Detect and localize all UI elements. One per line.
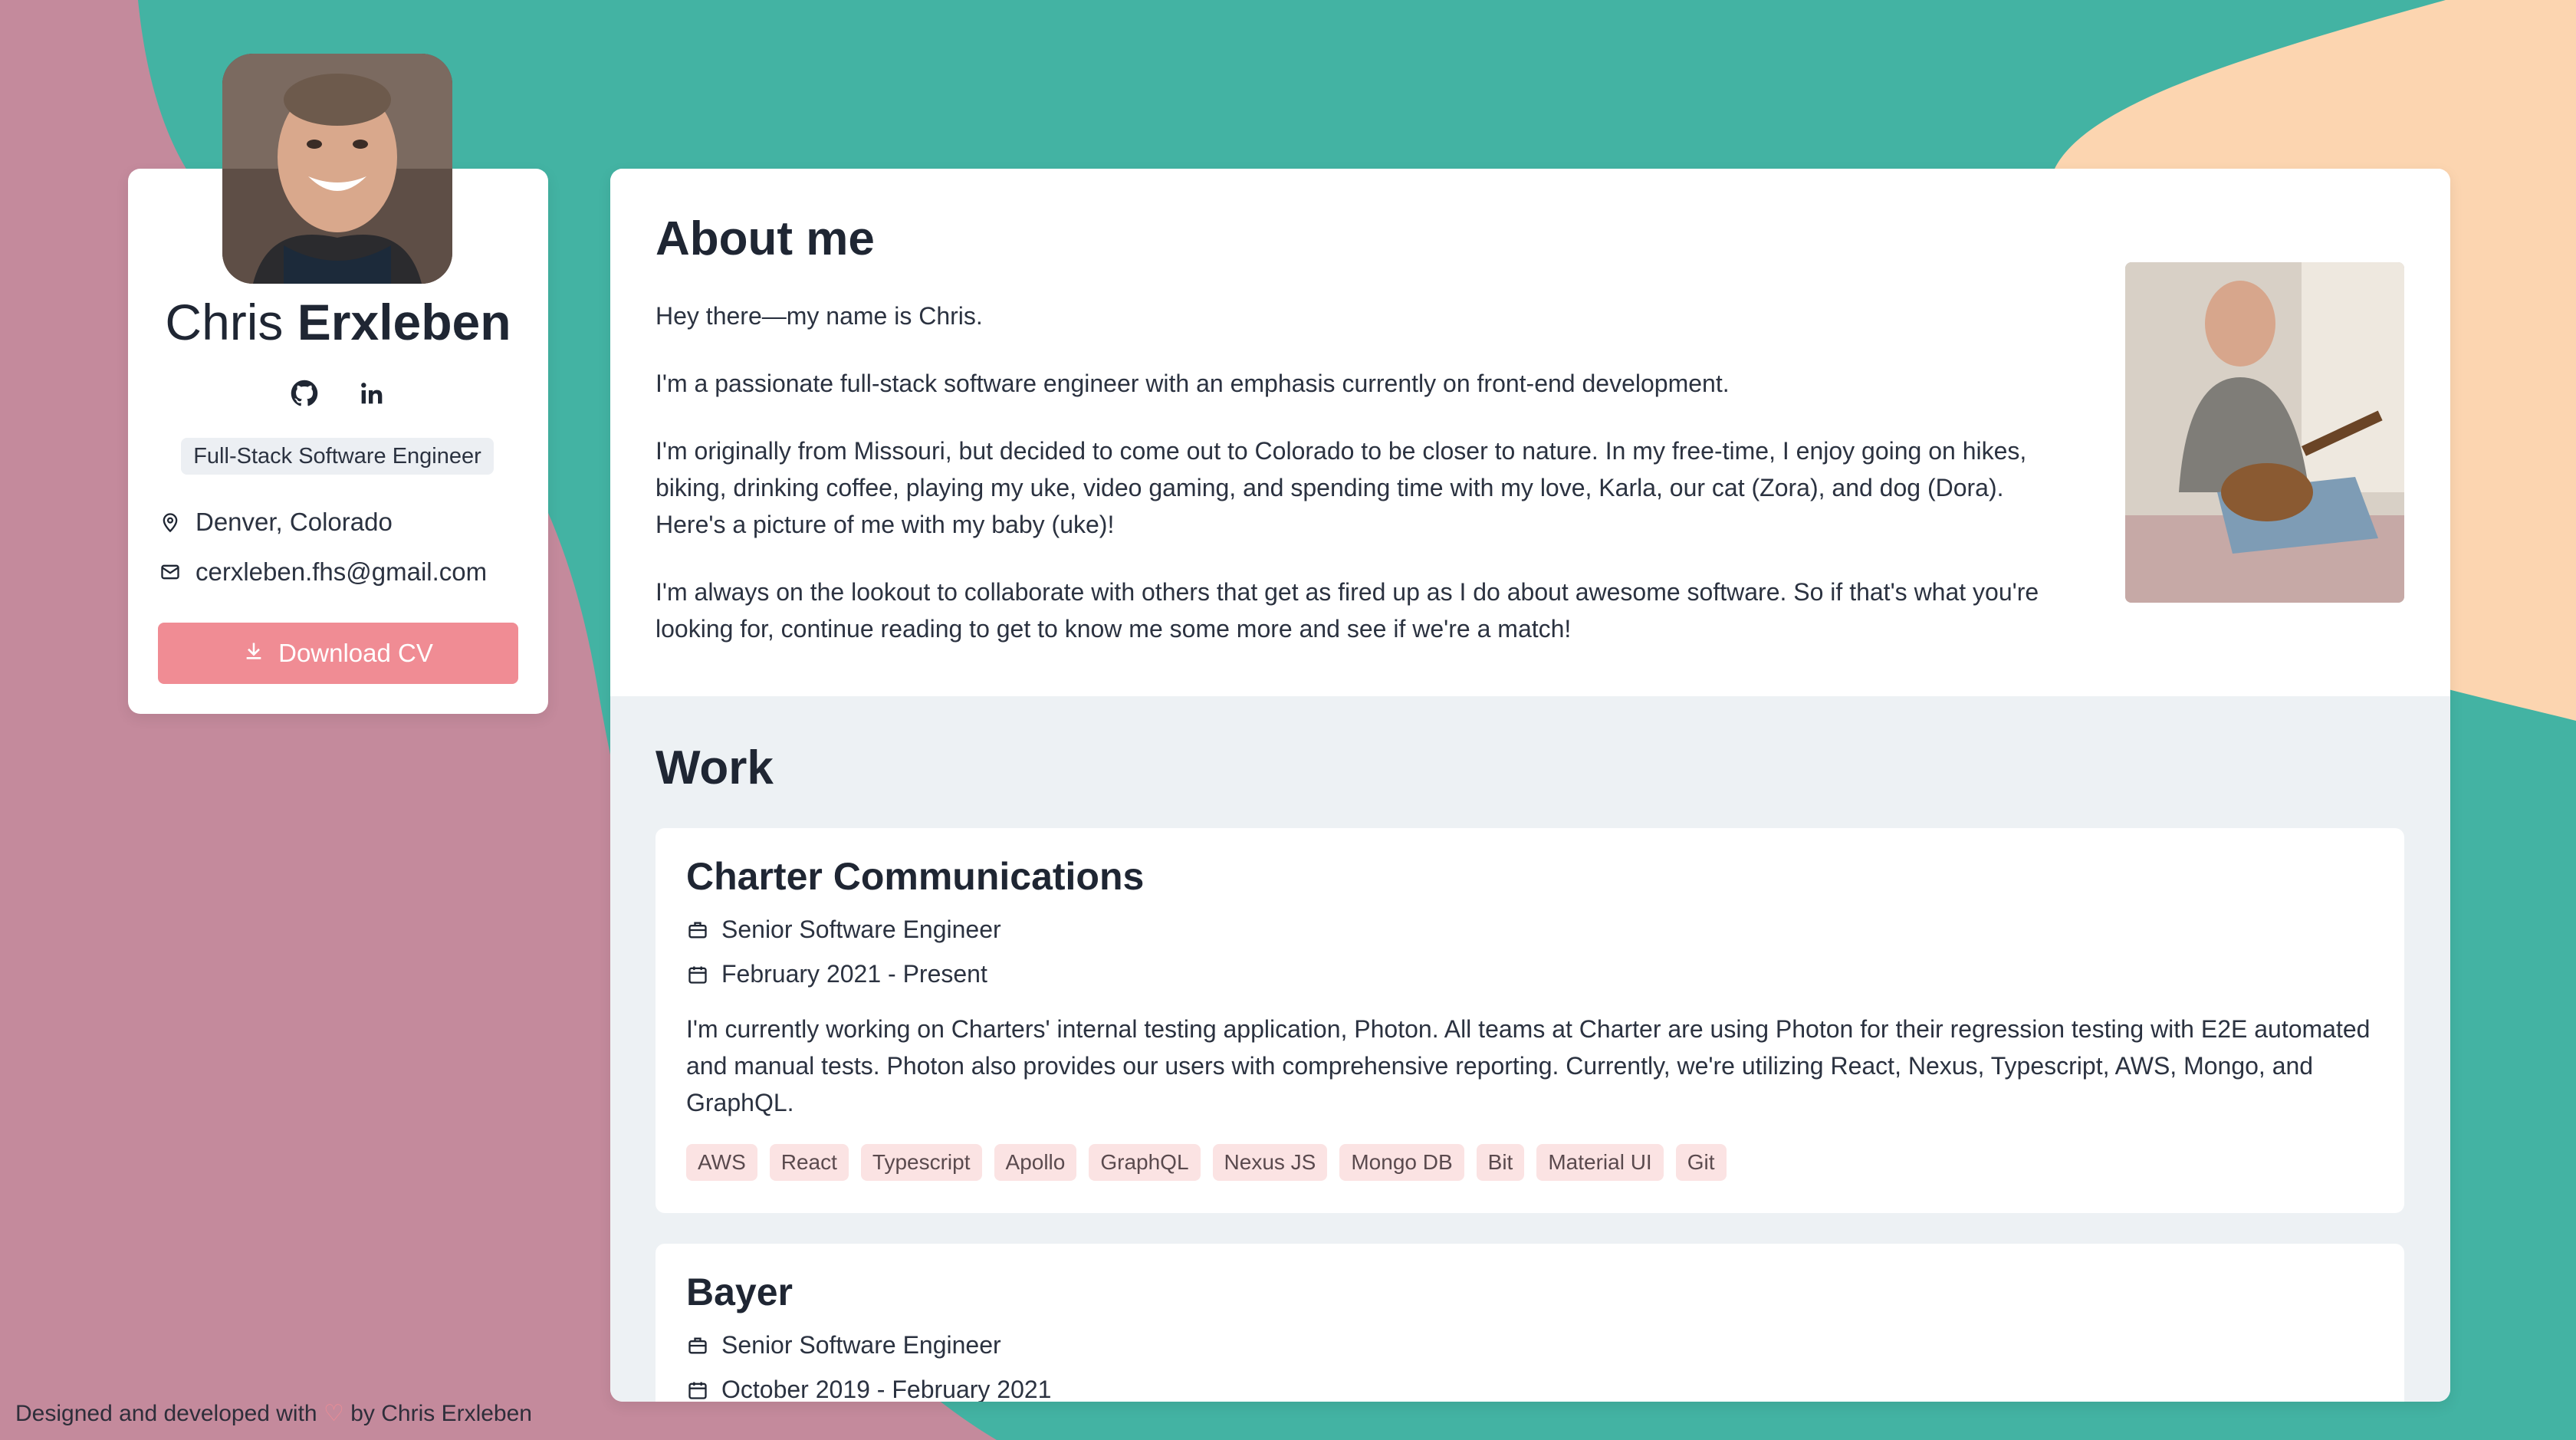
github-link[interactable] bbox=[287, 376, 322, 411]
mail-icon bbox=[157, 559, 183, 585]
tech-tags: AWS React Typescript Apollo GraphQL Nexu… bbox=[686, 1144, 1727, 1181]
location-row: Denver, Colorado bbox=[157, 503, 393, 541]
job-card: Bayer Senior Software Engineer October 2… bbox=[656, 1244, 2404, 1402]
social-links bbox=[128, 376, 548, 414]
footer-credit: Designed and developed with ♡ by Chris E… bbox=[15, 1400, 532, 1427]
job-dates-row: October 2019 - February 2021 bbox=[686, 1376, 1051, 1402]
about-section: About me Hey there—my name is Chris. I'm… bbox=[610, 169, 2450, 696]
about-paragraph: Hey there—my name is Chris. bbox=[656, 302, 983, 330]
tech-tag: GraphQL bbox=[1089, 1144, 1201, 1181]
tech-tag: Material UI bbox=[1536, 1144, 1664, 1181]
linkedin-link[interactable] bbox=[354, 376, 389, 411]
about-paragraph: I'm always on the lookout to collaborate… bbox=[656, 578, 2039, 643]
job-description: I'm currently working on Charters' inter… bbox=[686, 1015, 2371, 1116]
calendar-icon bbox=[686, 963, 709, 986]
footer-suffix: by Chris Erxleben bbox=[350, 1401, 532, 1426]
job-dates-row: February 2021 - Present bbox=[686, 960, 987, 988]
last-name: Erxleben bbox=[297, 294, 511, 350]
job-role-row: Senior Software Engineer bbox=[686, 1331, 1001, 1359]
heart-icon: ♡ bbox=[323, 1401, 344, 1426]
tech-tag: Mongo DB bbox=[1339, 1144, 1464, 1181]
download-cv-button[interactable]: Download CV bbox=[158, 623, 518, 684]
job-role: Senior Software Engineer bbox=[721, 1331, 1001, 1359]
email-row: cerxleben.fhs@gmail.com bbox=[157, 553, 487, 591]
download-cv-label: Download CV bbox=[278, 639, 433, 667]
tech-tag: React bbox=[769, 1144, 849, 1181]
download-icon bbox=[243, 639, 264, 668]
tech-tag: Bit bbox=[1476, 1144, 1525, 1181]
briefcase-icon bbox=[686, 919, 709, 942]
map-pin-icon bbox=[157, 509, 183, 535]
tech-tag: AWS bbox=[686, 1144, 757, 1181]
job-role: Senior Software Engineer bbox=[721, 916, 1001, 943]
ukulele-photo bbox=[2125, 262, 2404, 603]
profile-name: Chris Erxleben bbox=[128, 291, 548, 353]
briefcase-icon bbox=[686, 1334, 709, 1357]
about-heading: About me bbox=[656, 212, 875, 265]
about-paragraph: I'm a passionate full-stack software eng… bbox=[656, 370, 1730, 397]
github-icon bbox=[291, 380, 318, 406]
email-link[interactable]: cerxleben.fhs@gmail.com bbox=[196, 557, 487, 587]
tech-tag: Git bbox=[1675, 1144, 1727, 1181]
tech-tag: Typescript bbox=[860, 1144, 982, 1181]
work-heading: Work bbox=[656, 741, 774, 794]
first-name: Chris bbox=[165, 294, 284, 350]
tech-tag: Apollo bbox=[994, 1144, 1077, 1181]
job-dates: October 2019 - February 2021 bbox=[721, 1376, 1052, 1402]
calendar-icon bbox=[686, 1379, 709, 1402]
job-card: Charter Communications Senior Software E… bbox=[656, 828, 2404, 1213]
tech-tag: Nexus JS bbox=[1212, 1144, 1328, 1181]
job-dates: February 2021 - Present bbox=[721, 960, 987, 988]
main-panel: About me Hey there—my name is Chris. I'm… bbox=[610, 169, 2450, 1402]
job-title-badge: Full-Stack Software Engineer bbox=[181, 438, 494, 475]
profile-avatar bbox=[222, 54, 452, 284]
about-paragraph: I'm originally from Missouri, but decide… bbox=[656, 437, 2027, 538]
footer-prefix: Designed and developed with bbox=[15, 1401, 317, 1426]
location-text: Denver, Colorado bbox=[196, 508, 393, 536]
linkedin-icon bbox=[361, 383, 383, 404]
job-company: Charter Communications bbox=[686, 855, 1145, 898]
work-section: Work Charter Communications Senior Softw… bbox=[610, 696, 2450, 1402]
job-company: Bayer bbox=[686, 1271, 793, 1313]
job-role-row: Senior Software Engineer bbox=[686, 916, 1001, 944]
